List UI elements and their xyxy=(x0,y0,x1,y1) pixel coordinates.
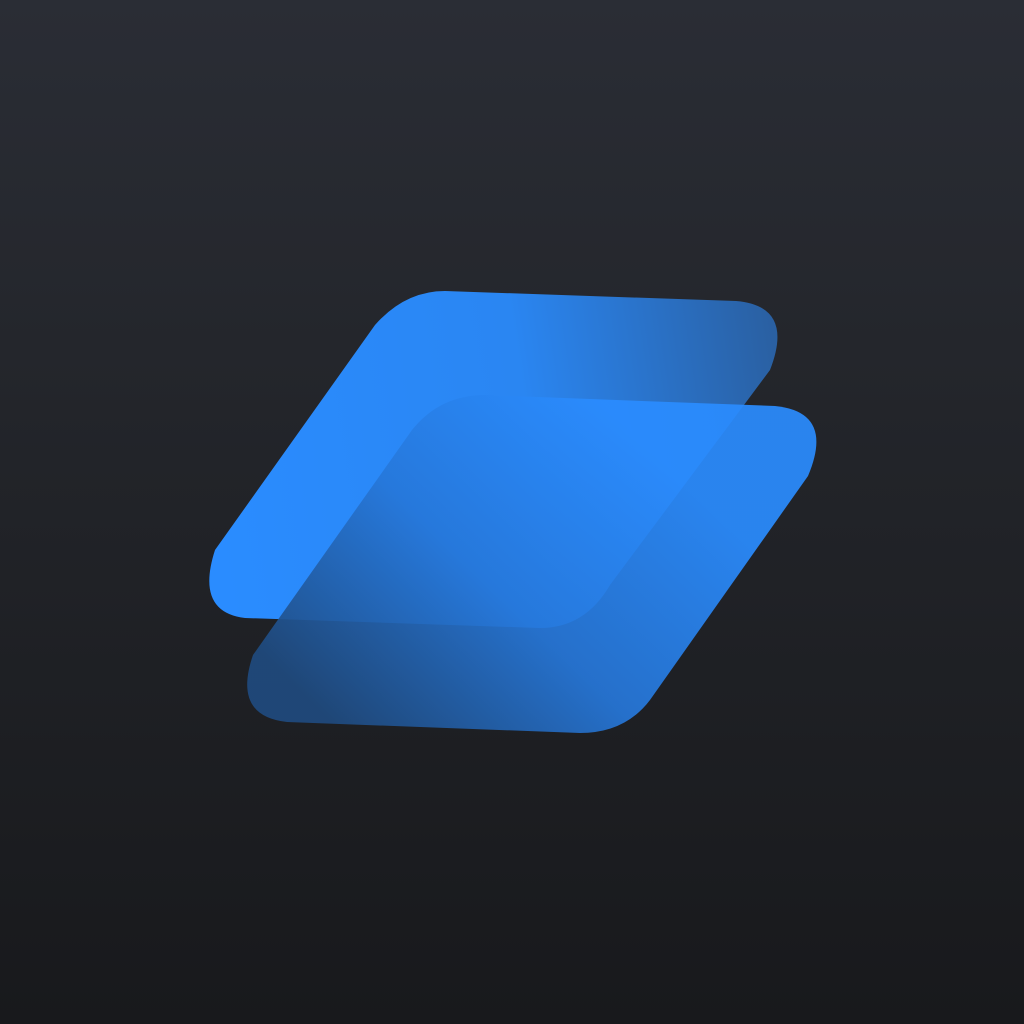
app-icon-canvas xyxy=(0,0,1024,1024)
stacked-layers-icon xyxy=(209,291,817,733)
